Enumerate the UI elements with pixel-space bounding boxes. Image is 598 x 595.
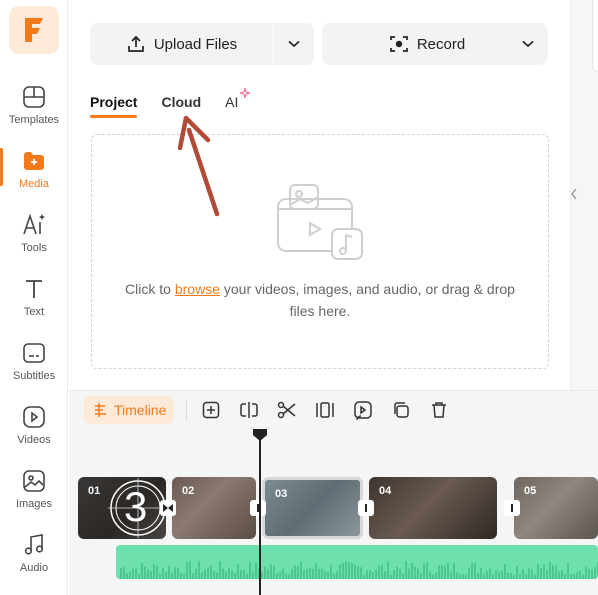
sidebar-item-label: Media bbox=[19, 178, 49, 190]
tab-project[interactable]: Project bbox=[90, 94, 138, 118]
browse-link[interactable]: browse bbox=[175, 281, 220, 297]
sidebar: Templates Media Tools Text Subtitles Vid… bbox=[0, 0, 68, 595]
timeline-clip-selected[interactable]: 03 bbox=[262, 477, 363, 539]
chevron-down-icon bbox=[288, 40, 300, 48]
sparkle-icon bbox=[240, 88, 251, 98]
replace-icon bbox=[354, 401, 373, 420]
clip-number: 01 bbox=[88, 485, 101, 497]
clip-number: 04 bbox=[379, 485, 392, 497]
transition-gap-icon bbox=[511, 504, 513, 512]
transition-icon bbox=[163, 504, 173, 512]
audio-icon bbox=[21, 532, 47, 558]
clip-number: 05 bbox=[524, 485, 537, 497]
timeline-clip[interactable]: 05 bbox=[514, 477, 598, 539]
split-button[interactable] bbox=[239, 400, 259, 420]
sidebar-item-media[interactable]: Media bbox=[0, 144, 68, 202]
sidebar-item-label: Tools bbox=[21, 242, 47, 254]
upload-files-button[interactable]: Upload Files bbox=[90, 23, 273, 65]
upload-options-dropdown[interactable] bbox=[274, 23, 314, 65]
delete-button[interactable] bbox=[429, 400, 449, 420]
timeline-clip[interactable]: 01 3 bbox=[78, 477, 166, 539]
images-icon bbox=[21, 468, 47, 494]
media-upload-illustration-icon bbox=[277, 184, 363, 260]
audio-waveform bbox=[120, 561, 598, 579]
transition-button[interactable] bbox=[358, 500, 374, 516]
annotation-arrow-icon bbox=[177, 116, 220, 217]
timeline-icon bbox=[95, 403, 106, 417]
dropzone-text: your videos, images, and audio, or drag … bbox=[219, 281, 515, 319]
trim-icon bbox=[316, 402, 335, 418]
filmora-f-logo-icon bbox=[25, 18, 43, 42]
sidebar-item-label: Templates bbox=[8, 114, 60, 126]
upload-button-group: Upload Files bbox=[90, 23, 314, 65]
media-icon bbox=[21, 148, 47, 174]
record-options-dropdown[interactable] bbox=[508, 23, 548, 65]
duplicate-button[interactable] bbox=[391, 400, 411, 420]
sidebar-item-tools[interactable]: Tools bbox=[0, 208, 68, 266]
sidebar-item-images[interactable]: Images bbox=[0, 464, 68, 522]
app-logo[interactable] bbox=[9, 6, 59, 54]
timeline-clip[interactable]: 02 bbox=[172, 477, 256, 539]
timeline-label: Timeline bbox=[114, 402, 167, 418]
countdown-number: 3 bbox=[124, 483, 148, 530]
record-button[interactable]: Record bbox=[322, 23, 508, 65]
chevron-left-icon bbox=[571, 188, 577, 200]
ai-tools-icon bbox=[21, 212, 47, 238]
upload-dropzone[interactable]: Click to browse your videos, images, and… bbox=[91, 134, 549, 369]
clip-number: 02 bbox=[182, 485, 195, 497]
sidebar-item-text[interactable]: Text bbox=[0, 272, 68, 330]
templates-icon bbox=[21, 84, 47, 110]
transition-button[interactable] bbox=[250, 500, 266, 516]
add-icon bbox=[203, 401, 220, 419]
upload-files-label: Upload Files bbox=[153, 35, 238, 53]
add-button[interactable] bbox=[201, 400, 221, 420]
dropzone-instructions: Click to browse your videos, images, and… bbox=[92, 278, 548, 322]
sidebar-item-templates[interactable]: Templates bbox=[0, 80, 68, 138]
media-tabs: Project Cloud AI bbox=[90, 88, 251, 118]
tab-label: AI bbox=[225, 94, 239, 110]
sidebar-item-label: Text bbox=[23, 306, 45, 318]
dropzone-text: Click to bbox=[125, 281, 175, 297]
transition-button[interactable] bbox=[504, 500, 520, 516]
text-icon bbox=[21, 276, 47, 302]
videos-icon bbox=[21, 404, 47, 430]
audio-track[interactable] bbox=[116, 545, 598, 579]
playhead-line bbox=[259, 436, 261, 595]
collapse-panel-button[interactable] bbox=[567, 184, 581, 204]
tab-label: Cloud bbox=[161, 94, 202, 110]
sidebar-item-audio[interactable]: Audio bbox=[0, 528, 68, 586]
right-panel-tab[interactable] bbox=[592, 0, 598, 72]
scissors-icon bbox=[278, 401, 296, 419]
trash-icon bbox=[432, 402, 447, 418]
timeline-toggle-button[interactable]: Timeline bbox=[84, 396, 175, 424]
tab-ai[interactable]: AI bbox=[225, 88, 251, 118]
upload-icon bbox=[127, 35, 144, 52]
sidebar-item-label: Subtitles bbox=[12, 370, 56, 382]
sidebar-item-label: Images bbox=[15, 498, 53, 510]
chevron-down-icon bbox=[522, 40, 534, 48]
transition-gap-icon bbox=[365, 504, 367, 512]
subtitles-icon bbox=[21, 340, 47, 366]
trim-button[interactable] bbox=[315, 400, 335, 420]
sidebar-item-subtitles[interactable]: Subtitles bbox=[0, 336, 68, 394]
cut-button[interactable] bbox=[277, 400, 297, 420]
duplicate-icon bbox=[394, 402, 410, 418]
timeline-toolbar: Timeline bbox=[84, 395, 467, 425]
replace-button[interactable] bbox=[353, 400, 373, 420]
timeline-clip[interactable]: 04 bbox=[369, 477, 497, 539]
record-icon bbox=[389, 36, 408, 52]
sidebar-item-label: Audio bbox=[19, 562, 49, 574]
divider bbox=[186, 400, 188, 420]
split-icon bbox=[240, 402, 259, 418]
sidebar-item-label: Videos bbox=[17, 434, 51, 446]
tab-label: Project bbox=[90, 94, 138, 110]
clip-number: 03 bbox=[275, 488, 288, 500]
transition-gap-icon bbox=[257, 504, 259, 512]
tab-cloud[interactable]: Cloud bbox=[161, 94, 201, 118]
record-label: Record bbox=[416, 35, 466, 53]
transition-button[interactable] bbox=[160, 500, 176, 516]
playhead-handle[interactable] bbox=[253, 429, 267, 441]
sidebar-item-videos[interactable]: Videos bbox=[0, 400, 68, 458]
record-button-group: Record bbox=[322, 23, 548, 65]
